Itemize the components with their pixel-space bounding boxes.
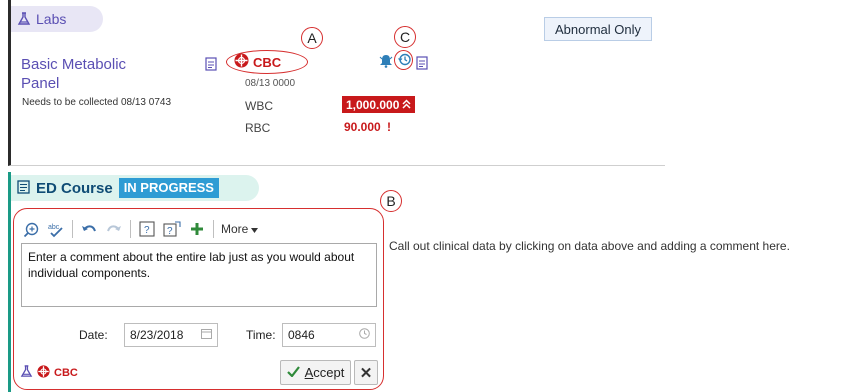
double-up-arrow-icon [402,98,411,112]
hint-text: Call out clinical data by clicking on da… [389,239,790,253]
accept-label-rest: ccept [313,365,345,380]
order-name-link[interactable]: Basic Metabolic Panel [21,55,161,93]
component-label-rbc: RBC [245,121,271,135]
status-badge: IN PROGRESS [118,178,219,198]
redo-icon [105,220,123,238]
note-icon [17,179,30,197]
cbc-result-link[interactable]: CBC [230,51,308,73]
cbc-lab-icon [234,53,249,71]
zoom-icon[interactable] [22,220,40,238]
cbc-name: CBC [253,54,282,70]
more-menu[interactable]: More [221,222,259,236]
smartlink-icon[interactable]: ? [163,220,181,238]
report-icon[interactable] [205,57,217,71]
accept-accesskey: A [304,365,314,380]
calendar-icon[interactable] [201,328,212,342]
toolbar-separator [213,220,214,238]
flask-icon [17,12,31,26]
flask-icon [20,365,33,381]
undo-icon[interactable] [80,220,98,238]
clock-icon[interactable] [359,328,370,342]
history-icon[interactable] [397,52,412,70]
spellcheck-icon[interactable]: abc [47,220,65,238]
labs-title: Labs [36,11,67,27]
accept-button[interactable]: Accept [280,360,351,385]
time-field[interactable]: 0846 [282,323,376,347]
checkmark-icon [286,365,300,380]
order-status-text: Needs to be collected 08/13 0743 [22,97,171,108]
ed-course-section: ED Course IN PROGRESS B abc ? ? More Ent… [8,172,859,392]
ed-course-header[interactable]: ED Course IN PROGRESS [11,175,259,201]
rbc-value-text: 90.000 [344,120,381,134]
attached-lab-name: CBC [54,367,78,379]
toolbar-separator [72,220,73,238]
component-value-rbc[interactable]: 90.000 ! [344,120,391,134]
svg-text:?: ? [167,226,173,237]
cancel-button[interactable]: ✕ [354,360,378,385]
editor-toolbar: abc ? ? More [22,218,259,240]
time-value: 0846 [288,328,315,342]
component-value-wbc[interactable]: 1,000.000 [342,96,416,113]
labs-header[interactable]: Labs [11,6,103,32]
callout-c: C [394,26,416,48]
cbc-lab-icon [37,365,50,381]
close-icon: ✕ [359,364,373,382]
component-label-wbc: WBC [245,99,273,113]
accept-label: Accept [305,365,345,380]
comment-textarea[interactable]: Enter a comment about the entire lab jus… [21,243,377,307]
callout-b: B [380,190,402,212]
result-time: 08/13 0000 [245,78,296,89]
ed-course-title: ED Course [36,179,113,197]
abnormal-only-button[interactable]: Abnormal Only [544,17,652,41]
smartphrase-icon[interactable]: ? [138,220,156,238]
callout-a: A [301,27,323,49]
more-label: More [221,222,249,236]
labs-section: Labs Abnormal Only Basic Metabolic Panel… [8,0,665,166]
time-label: Time: [246,328,276,342]
svg-text:abc: abc [48,224,60,231]
date-field[interactable]: 8/23/2018 [124,323,218,347]
add-icon[interactable] [188,220,206,238]
wbc-value-text: 1,000.000 [346,97,400,112]
toolbar-separator [130,220,131,238]
date-label: Date: [79,328,108,342]
report-icon[interactable] [416,56,428,70]
exclamation-icon: ! [387,120,392,134]
svg-text:?: ? [144,225,150,236]
bell-icon[interactable] [378,53,394,71]
date-value: 8/23/2018 [130,328,184,342]
attached-lab-chip[interactable]: CBC [20,365,78,381]
comment-editor: abc ? ? More Enter a comment about the e… [13,208,384,390]
chevron-down-icon [251,222,259,236]
